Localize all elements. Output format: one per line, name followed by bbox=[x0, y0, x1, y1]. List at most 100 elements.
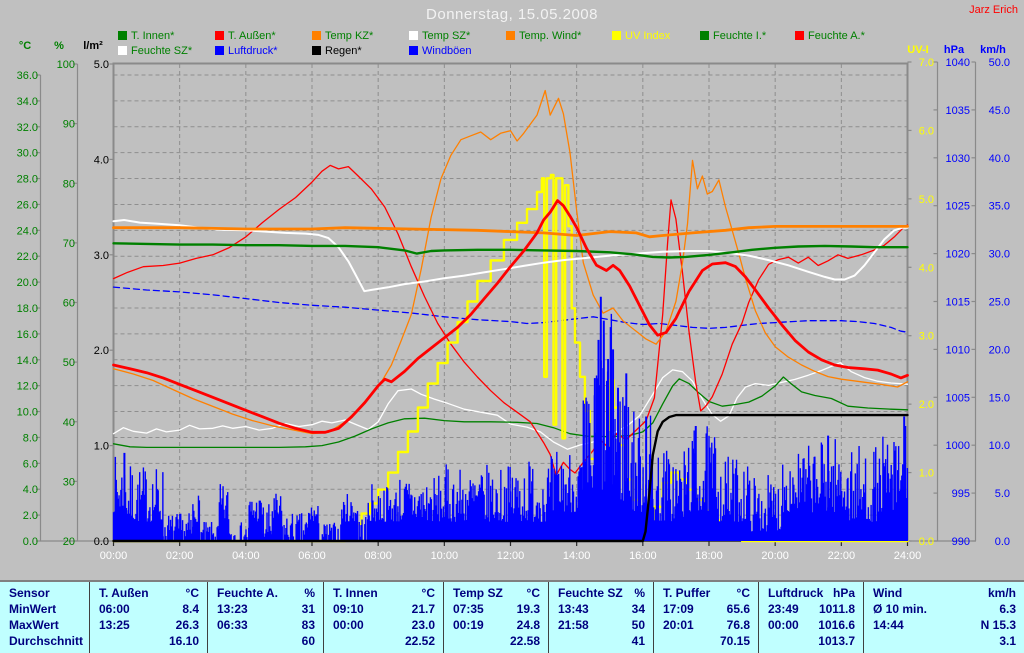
table-min-value: 34 bbox=[631, 602, 645, 616]
table-sensor-unit: °C bbox=[185, 586, 199, 600]
table-avg-value: 16.10 bbox=[168, 634, 199, 648]
table-avg-value: 22.52 bbox=[404, 634, 435, 648]
tick-label-humidity: 90 bbox=[63, 119, 75, 131]
table-max-value: 1016.6 bbox=[818, 618, 855, 632]
x-tick-label: 04:00 bbox=[232, 550, 260, 562]
tick-label-kmh: 0.0 bbox=[995, 536, 1010, 548]
tick-label-kmh: 25.0 bbox=[989, 297, 1010, 309]
tick-label-temp_c: 10.0 bbox=[17, 407, 38, 419]
table-sensor-unit: hPa bbox=[832, 586, 855, 600]
tick-label-hpa: 1015 bbox=[946, 297, 970, 309]
table-max-value: 24.8 bbox=[516, 618, 540, 632]
table-row-label: Durchschnitt bbox=[9, 634, 84, 648]
tick-label-uv: 7.0 bbox=[919, 57, 934, 69]
table-sensor-unit: °C bbox=[421, 586, 435, 600]
table-avg-value: 41 bbox=[631, 634, 645, 648]
table-min-time: 13:43 bbox=[558, 602, 589, 616]
statistics-table: Sensor MinWert MaxWert Durchschnitt T. Außen… bbox=[0, 580, 1024, 653]
weather-chart: 0.0 2.0 4.0 6.0 8.0 10.0 12.0 14.0 16.0 18.0 20.0 2… bbox=[17, 57, 1010, 562]
x-tick-label: 14:00 bbox=[563, 550, 591, 562]
tick-label-rain_lm2: 4.0 bbox=[94, 154, 109, 166]
tick-label-hpa: 1030 bbox=[946, 153, 970, 165]
tick-label-kmh: 20.0 bbox=[989, 344, 1010, 356]
tick-label-humidity: 20 bbox=[63, 536, 75, 548]
table-max-value: 83 bbox=[301, 618, 315, 632]
table-col-wind: Wind km/h Ø 10 min. 6.3 14:44 N 15.3 3.1 bbox=[863, 582, 1024, 653]
table-sensor-name: T. Innen bbox=[333, 586, 378, 600]
table-sensor-name: T. Außen bbox=[99, 586, 149, 600]
table-min-value: 1011.8 bbox=[818, 602, 855, 616]
tick-label-kmh: 50.0 bbox=[989, 57, 1010, 69]
tick-label-kmh: 35.0 bbox=[989, 201, 1010, 213]
table-min-value: 65.6 bbox=[726, 602, 750, 616]
table-max-time: 00:00 bbox=[768, 618, 799, 632]
tick-label-temp_c: 36.0 bbox=[17, 70, 38, 82]
tick-label-temp_c: 26.0 bbox=[17, 199, 38, 211]
tick-label-hpa: 1000 bbox=[946, 440, 970, 452]
table-max-time: 21:58 bbox=[558, 618, 589, 632]
table-row-label: MinWert bbox=[9, 602, 57, 616]
tick-label-temp_c: 20.0 bbox=[17, 277, 38, 289]
tick-label-kmh: 15.0 bbox=[989, 392, 1010, 404]
table-max-time: 14:44 bbox=[873, 618, 904, 632]
tick-label-temp_c: 34.0 bbox=[17, 96, 38, 108]
tick-label-kmh: 30.0 bbox=[989, 249, 1010, 261]
table-max-time: 13:25 bbox=[99, 618, 130, 632]
table-avg-value: 3.1 bbox=[999, 634, 1016, 648]
table-max-value: 76.8 bbox=[726, 618, 750, 632]
tick-label-humidity: 50 bbox=[63, 357, 75, 369]
tick-label-uv: 4.0 bbox=[919, 262, 934, 274]
table-row-label: Sensor bbox=[9, 586, 50, 600]
table-sensor-unit: km/h bbox=[987, 586, 1016, 600]
tick-label-temp_c: 2.0 bbox=[23, 510, 38, 522]
tick-label-temp_c: 8.0 bbox=[23, 432, 38, 444]
tick-label-hpa: 995 bbox=[952, 488, 970, 500]
table-min-time: 09:10 bbox=[333, 602, 364, 616]
tick-label-kmh: 40.0 bbox=[989, 153, 1010, 165]
x-tick-label: 16:00 bbox=[629, 550, 657, 562]
tick-label-temp_c: 0.0 bbox=[23, 536, 38, 548]
table-min-time: 17:09 bbox=[663, 602, 694, 616]
tick-label-temp_c: 28.0 bbox=[17, 174, 38, 186]
table-col-t-au-en: T. Außen °C 06:00 8.4 13:25 26.3 16.10 bbox=[89, 582, 207, 653]
table-min-time: 13:23 bbox=[217, 602, 248, 616]
tick-label-temp_c: 4.0 bbox=[23, 484, 38, 496]
x-tick-label: 22:00 bbox=[828, 550, 856, 562]
table-avg-value: 22.58 bbox=[509, 634, 540, 648]
table-col-t-innen: T. Innen °C 09:10 21.7 00:00 23.0 22.52 bbox=[323, 582, 443, 653]
x-tick-label: 08:00 bbox=[364, 550, 392, 562]
tick-label-temp_c: 22.0 bbox=[17, 251, 38, 263]
tick-label-temp_c: 30.0 bbox=[17, 148, 38, 160]
table-max-time: 06:33 bbox=[217, 618, 248, 632]
table-sensor-unit: °C bbox=[736, 586, 750, 600]
table-col-t-puffer: T. Puffer °C 17:09 65.6 20:01 76.8 70.15 bbox=[653, 582, 758, 653]
tick-label-kmh: 10.0 bbox=[989, 440, 1010, 452]
table-sensor-name: T. Puffer bbox=[663, 586, 711, 600]
table-avg-value: 60 bbox=[301, 634, 315, 648]
tick-label-rain_lm2: 3.0 bbox=[94, 250, 109, 262]
tick-label-temp_c: 24.0 bbox=[17, 225, 38, 237]
tick-label-hpa: 1020 bbox=[946, 249, 970, 261]
tick-label-temp_c: 14.0 bbox=[17, 355, 38, 367]
table-min-time: Ø 10 min. bbox=[873, 602, 928, 616]
table-sensor-name: Feuchte A. bbox=[217, 586, 278, 600]
table-min-value: 8.4 bbox=[182, 602, 199, 616]
table-sensor-name: Wind bbox=[873, 586, 903, 600]
table-max-value: 26.3 bbox=[175, 618, 199, 632]
tick-label-uv: 1.0 bbox=[919, 468, 934, 480]
x-tick-label: 00:00 bbox=[100, 550, 128, 562]
table-min-value: 6.3 bbox=[999, 602, 1016, 616]
table-col-sensor: Sensor MinWert MaxWert Durchschnitt bbox=[0, 582, 89, 653]
table-sensor-unit: % bbox=[634, 586, 645, 600]
table-col-feuchte-sz: Feuchte SZ% 13:43 34 21:58 50 41 bbox=[548, 582, 653, 653]
tick-label-temp_c: 32.0 bbox=[17, 122, 38, 134]
x-tick-label: 18:00 bbox=[695, 550, 723, 562]
tick-label-uv: 6.0 bbox=[919, 125, 934, 137]
tick-label-temp_c: 16.0 bbox=[17, 329, 38, 341]
tick-label-humidity: 70 bbox=[63, 238, 75, 250]
tick-label-rain_lm2: 1.0 bbox=[94, 441, 109, 453]
table-sensor-unit: % bbox=[304, 586, 315, 600]
x-tick-label: 12:00 bbox=[497, 550, 525, 562]
tick-label-hpa: 1035 bbox=[946, 105, 970, 117]
tick-label-humidity: 30 bbox=[63, 476, 75, 488]
